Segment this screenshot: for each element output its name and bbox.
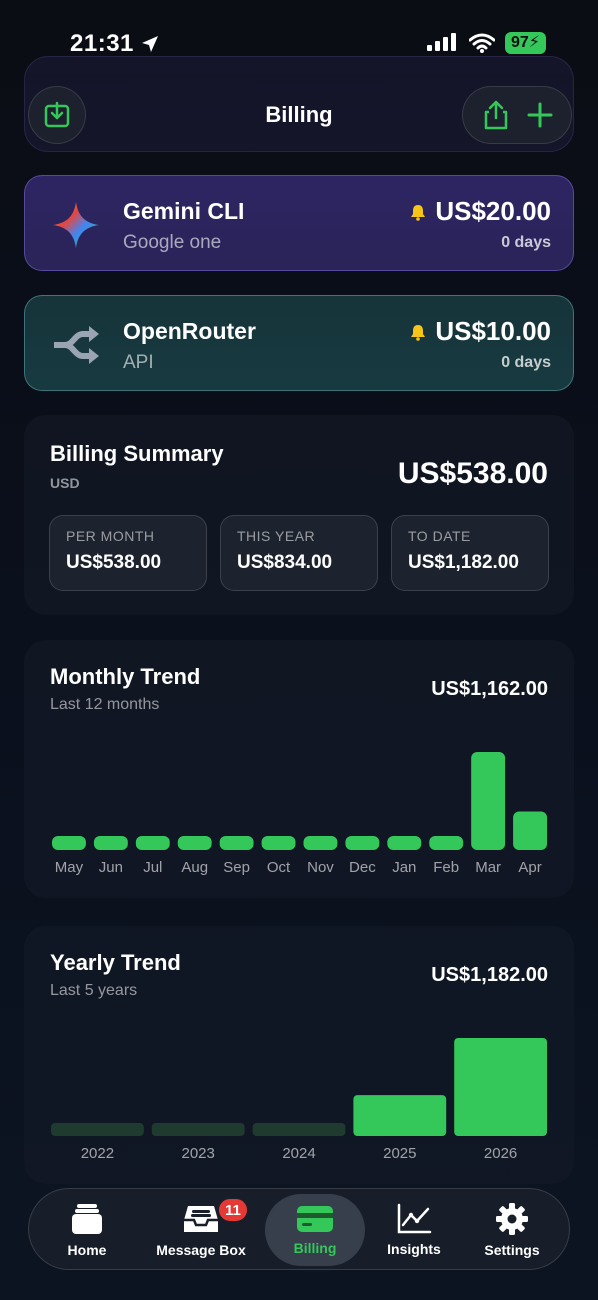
gear-icon <box>496 1203 528 1235</box>
time-text: 21:31 <box>70 30 134 57</box>
chart-bar-2024 <box>252 1123 346 1136</box>
subscription-days: 0 days <box>501 354 551 371</box>
stat-value: US$1,182.00 <box>408 552 519 573</box>
chart-bar-Nov <box>303 836 338 850</box>
price-text: US$20.00 <box>435 196 551 226</box>
tab-insights[interactable]: Insights <box>375 1189 453 1271</box>
summary-title: Billing Summary <box>50 441 224 466</box>
chart-tick-label: 2022 <box>81 1145 114 1162</box>
subscription-price: US$10.00 <box>409 316 551 347</box>
tab-billing[interactable]: Billing <box>265 1189 365 1271</box>
chart-tick-label: Oct <box>267 859 291 876</box>
bell-icon <box>411 204 426 221</box>
chart-bar-2023 <box>151 1123 245 1136</box>
chart-bar-2022 <box>51 1123 144 1136</box>
stat-value: US$834.00 <box>237 552 333 573</box>
wifi-icon <box>468 33 495 53</box>
chart-bar-Sep <box>219 836 254 850</box>
chart-tick-label: Aug <box>181 859 208 876</box>
chart-bar-Jun <box>93 836 128 850</box>
chart-tick-label: Feb <box>433 859 459 876</box>
chart-tick-label: May <box>55 859 84 876</box>
chart-bar-Oct <box>261 836 296 850</box>
chart-tick-label: Jun <box>99 859 123 876</box>
subscription-card-gemini[interactable]: Gemini CLI Google one US$20.00 0 days <box>24 175 574 271</box>
subscription-name: OpenRouter <box>123 318 256 344</box>
monthly-trend-chart: May Jun Jul Aug Sep Oct Nov Dec Jan Feb Mar Apr <box>52 752 547 876</box>
tab-settings[interactable]: Settings <box>471 1189 553 1271</box>
chart-bar-Aug <box>177 836 212 850</box>
bell-icon <box>411 324 426 341</box>
tab-label: Home <box>67 1242 107 1258</box>
cellular-signal-icon <box>426 33 456 51</box>
tab-label: Insights <box>387 1241 441 1257</box>
yearly-trend-chart: 2022 2023 2024 2025 2026 <box>51 1038 547 1162</box>
battery-indicator: 97⚡ <box>504 32 546 54</box>
header-actions <box>462 86 572 144</box>
stat-label: TO DATE <box>408 528 471 544</box>
stack-icon <box>72 1204 102 1234</box>
inbox-icon <box>184 1206 218 1232</box>
price-text: US$10.00 <box>435 316 551 346</box>
chart-bar-Dec <box>345 836 380 850</box>
chart-tick-label: Nov <box>307 859 334 876</box>
subscription-price: US$20.00 <box>409 196 551 227</box>
chart-tick-label: Sep <box>223 859 250 876</box>
chart-tick-label: Dec <box>349 859 376 876</box>
status-bar-indicators: 97⚡ <box>426 32 546 54</box>
chart-tick-label: 2023 <box>182 1145 215 1162</box>
subscription-days: 0 days <box>501 234 551 251</box>
yearly-trend-section: Yearly Trend Last 5 years US$1,182.00 20… <box>24 926 574 1184</box>
chart-bar-Feb <box>429 836 464 850</box>
chart-tick-label: 2024 <box>282 1145 315 1162</box>
line-chart-icon <box>397 1203 432 1234</box>
subscription-kind: API <box>123 352 154 373</box>
chart-tick-label: 2026 <box>484 1145 517 1162</box>
add-icon[interactable] <box>526 101 554 129</box>
share-icon[interactable] <box>481 99 511 131</box>
message-count-badge: 11 <box>217 1197 249 1223</box>
summary-currency: USD <box>50 475 80 491</box>
chart-bar-Jan <box>387 836 422 850</box>
subscription-name: Gemini CLI <box>123 198 245 224</box>
chart-bar-Mar <box>471 752 506 850</box>
stat-label: THIS YEAR <box>237 528 316 544</box>
stat-label: PER MONTH <box>66 528 155 544</box>
stat-value: US$538.00 <box>66 552 162 573</box>
billing-summary-section: Billing Summary USD US$538.00 PER MONTH … <box>24 415 574 615</box>
tab-bar: Home Message Box 11 Billing Insights Set… <box>28 1188 570 1270</box>
chart-bar-May <box>52 836 86 850</box>
openrouter-icon <box>54 326 99 364</box>
chart-tick-label: Jul <box>143 859 162 876</box>
tab-label: Message Box <box>156 1242 246 1258</box>
tab-home[interactable]: Home <box>47 1189 127 1271</box>
chart-tick-label: Mar <box>475 859 501 876</box>
tab-label: Billing <box>293 1240 337 1256</box>
tab-label: Settings <box>484 1242 540 1258</box>
chart-tick-label: 2025 <box>383 1145 416 1162</box>
chart-bar-Apr <box>513 811 547 850</box>
subscription-kind: Google one <box>123 232 222 253</box>
battery-level: 97 <box>510 34 529 51</box>
monthly-trend-section: Monthly Trend Last 12 months US$1,162.00… <box>24 640 574 898</box>
chart-bar-2026 <box>454 1038 547 1136</box>
stat-this-year: THIS YEAR US$834.00 <box>220 515 378 591</box>
status-bar-time: 21:31 <box>70 30 160 58</box>
chart-bar-2025 <box>353 1095 447 1136</box>
chart-tick-label: Apr <box>518 859 541 876</box>
stat-per-month: PER MONTH US$538.00 <box>49 515 207 591</box>
location-arrow-icon <box>141 36 158 52</box>
chart-bar-Jul <box>135 836 170 850</box>
credit-card-icon <box>297 1206 333 1232</box>
summary-total: US$538.00 <box>397 457 548 490</box>
subscription-card-openrouter[interactable]: OpenRouter API US$10.00 0 days <box>24 295 574 391</box>
stat-to-date: TO DATE US$1,182.00 <box>391 515 549 591</box>
gemini-sparkle-icon <box>53 202 99 248</box>
chart-tick-label: Jan <box>392 859 416 876</box>
